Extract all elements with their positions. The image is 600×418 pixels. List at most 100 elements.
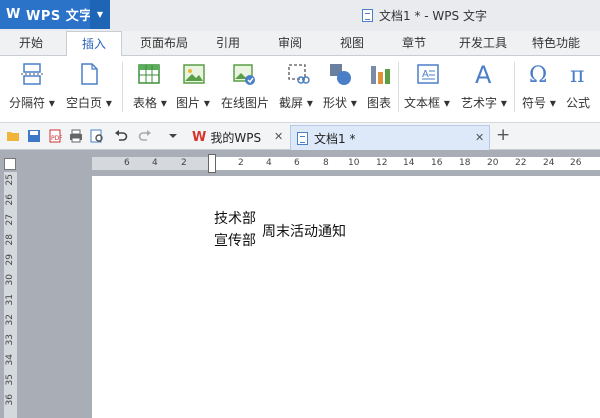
customize-toolbar-chevron-icon[interactable] [166, 129, 180, 143]
ruler-tick: 22 [515, 158, 527, 168]
ribbon-separator [398, 62, 399, 112]
ruler-tick: 26 [5, 194, 15, 206]
picture-label: 图片 ▾ [176, 96, 210, 110]
ruler-tick: 12 [376, 158, 388, 168]
ribbon-separator [122, 62, 123, 112]
tab-special-features[interactable]: 特色功能 [524, 31, 588, 56]
ruler-tick: 16 [431, 158, 443, 168]
chevron-down-icon[interactable]: ▼ [90, 0, 110, 29]
textbox-icon: A [417, 64, 439, 84]
tab-sections[interactable]: 章节 [394, 31, 434, 56]
tab-home[interactable]: 开始 [8, 31, 54, 56]
quick-access-toolbar: PDF W 我的WPS ✕ 文档1 * ✕ + [0, 123, 600, 150]
ruler-tick: 27 [5, 214, 15, 226]
svg-text:π: π [570, 63, 584, 86]
print-preview-icon[interactable] [90, 129, 104, 143]
ruler-tick: 6 [294, 158, 300, 168]
blank-page-icon [81, 63, 98, 85]
doc-tab-label: 我的WPS [210, 131, 262, 145]
close-icon[interactable]: ✕ [475, 131, 484, 144]
ruler-tick: 29 [5, 254, 15, 266]
ruler-tick: 28 [5, 234, 15, 246]
blank-page-button[interactable]: 空白页 ▾ [62, 56, 114, 116]
window-title: 文档1 * - WPS 文字 [362, 7, 487, 24]
ruler-tick: 18 [459, 158, 471, 168]
blank-page-label: 空白页 ▾ [66, 96, 112, 110]
shapes-label: 形状 ▾ [323, 96, 357, 110]
chart-label: 图表 [367, 96, 392, 110]
symbol-icon: Ω [529, 63, 547, 86]
menu-bar: 开始 插入 页面布局 引用 审阅 视图 章节 开发工具 特色功能 [0, 31, 600, 57]
document-icon [362, 9, 373, 22]
ruler-tick: 31 [5, 294, 15, 306]
ruler-tick: 2 [181, 158, 187, 168]
formula-icon: π [570, 63, 584, 86]
tab-page-layout[interactable]: 页面布局 [134, 31, 194, 56]
wps-logo-icon: W [192, 130, 207, 145]
document-workspace: 6 4 2 2 4 6 8 10 12 14 16 18 20 22 24 26… [0, 150, 600, 418]
screenshot-button[interactable]: 截屏 ▾ [276, 56, 320, 116]
table-button[interactable]: 表格 ▾ [128, 56, 172, 116]
tab-review[interactable]: 审阅 [270, 31, 310, 56]
save-icon[interactable] [27, 129, 41, 143]
new-tab-plus-icon[interactable]: + [496, 125, 510, 145]
close-icon[interactable]: ✕ [274, 130, 283, 143]
horizontal-ruler[interactable]: 6 4 2 2 4 6 8 10 12 14 16 18 20 22 24 26 [92, 154, 600, 173]
app-name: WPS 文字 [26, 9, 93, 24]
ruler-tick: 6 [124, 158, 130, 168]
wordart-label: 艺术字 ▾ [461, 96, 507, 110]
shapes-button[interactable]: 形状 ▾ [322, 56, 366, 116]
ruler-tick: 10 [348, 158, 360, 168]
screenshot-icon [288, 64, 310, 84]
ruler-tick: 14 [403, 158, 415, 168]
window-title-text: 文档1 * - WPS 文字 [379, 9, 487, 23]
wps-logo-icon: W [6, 6, 21, 22]
doc-tab-my-wps[interactable]: W 我的WPS ✕ [186, 125, 290, 150]
formula-label: 公式 [566, 96, 591, 110]
ruler-tick: 34 [5, 354, 15, 366]
doc-tab-label: 文档1 * [314, 131, 356, 146]
textbox-button[interactable]: A 文本框 ▾ [402, 56, 456, 116]
textbox-label: 文本框 ▾ [404, 96, 450, 110]
indent-marker-icon[interactable] [208, 154, 216, 173]
export-pdf-icon[interactable]: PDF [48, 129, 62, 143]
wordart-button[interactable]: A 艺术字 ▾ [458, 56, 512, 116]
picture-button[interactable]: 图片 ▾ [172, 56, 216, 116]
tab-view[interactable]: 视图 [332, 31, 372, 56]
title-bar: W WPS 文字 ▼ 文档1 * - WPS 文字 [0, 0, 600, 31]
print-icon[interactable] [69, 129, 83, 143]
chart-button[interactable]: 图表 [364, 56, 398, 116]
tab-stop-selector[interactable] [4, 158, 16, 170]
svg-text:Ω: Ω [529, 63, 547, 86]
formula-button[interactable]: π 公式 [564, 56, 598, 116]
online-picture-button[interactable]: 在线图片 [218, 56, 272, 116]
ruler-tick: 36 [5, 394, 15, 406]
screenshot-label: 截屏 ▾ [279, 96, 313, 110]
ruler-tick: 24 [543, 158, 555, 168]
redo-icon[interactable] [138, 129, 152, 143]
doc-tab-document1[interactable]: 文档1 * ✕ [290, 125, 490, 150]
tab-developer[interactable]: 开发工具 [452, 31, 514, 56]
tab-insert[interactable]: 插入 [66, 31, 122, 57]
symbol-button[interactable]: Ω 符号 ▾ [518, 56, 562, 116]
document-page[interactable]: 技术部 宣传部 周末活动通知 [92, 176, 600, 418]
document-icon [297, 131, 308, 145]
undo-icon[interactable] [114, 129, 128, 143]
text-line-publicity-dept: 宣传部 [214, 233, 256, 249]
ruler-tick: 2 [238, 158, 244, 168]
ruler-tick: 33 [5, 334, 15, 346]
document-text-block[interactable]: 技术部 宣传部 [214, 208, 256, 252]
chart-icon [371, 66, 390, 84]
wordart-icon: A [475, 62, 492, 86]
ruler-tick: 4 [152, 158, 158, 168]
page-break-button[interactable]: 分隔符 ▾ [6, 56, 58, 116]
vertical-ruler[interactable]: 25 26 27 28 29 30 31 32 33 34 35 36 [4, 172, 17, 418]
tab-references[interactable]: 引用 [208, 31, 248, 56]
ruler-tick: 4 [266, 158, 272, 168]
shapes-icon [330, 64, 351, 85]
document-heading-text[interactable]: 周末活动通知 [262, 221, 346, 243]
svg-text:A: A [475, 62, 492, 86]
app-menu-button[interactable]: W WPS 文字 ▼ [0, 0, 110, 29]
open-folder-icon[interactable] [6, 129, 20, 143]
svg-text:PDF: PDF [51, 135, 62, 142]
